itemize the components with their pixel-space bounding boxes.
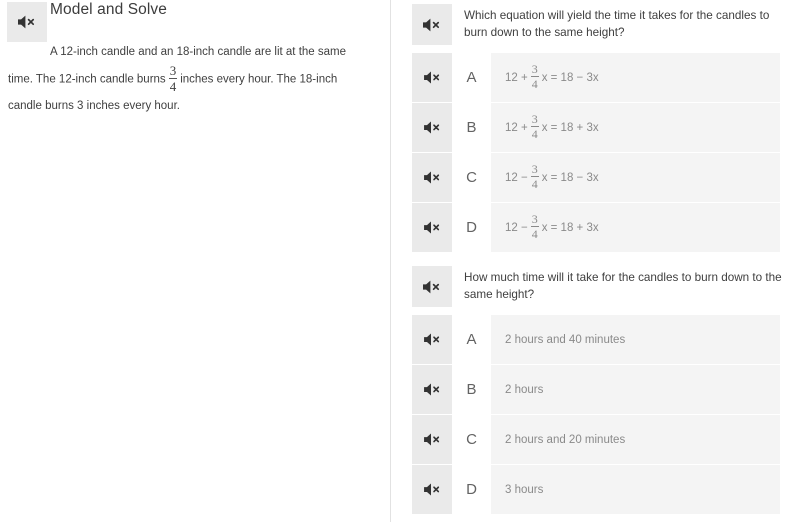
option-letter: C	[452, 153, 491, 202]
equation-lhs-after: x = 18 − 3x	[541, 71, 599, 84]
fraction-numerator: 3	[531, 212, 538, 226]
lesson-page: Model and Solve A 12-inch candle and an …	[0, 0, 800, 522]
lesson-title: Model and Solve	[50, 1, 167, 18]
answer-options: A 2 hours and 40 minutes B 2 hours C 2 h…	[412, 315, 800, 514]
speaker-mute-icon[interactable]	[412, 465, 452, 514]
option-content: 2 hours	[491, 365, 780, 414]
fraction-denominator: 4	[169, 79, 177, 94]
option-content: 12 −3 4 x = 18 + 3x	[491, 203, 780, 252]
fraction-three-fourths: 34	[530, 212, 539, 241]
speaker-mute-icon[interactable]	[412, 365, 452, 414]
answer-option-a[interactable]: A 12 +3 4 x = 18 − 3x	[412, 53, 780, 102]
passage-pane: Model and Solve A 12-inch candle and an …	[0, 0, 391, 522]
answer-option-d[interactable]: D 12 −3 4 x = 18 + 3x	[412, 203, 780, 252]
question-block: Which equation will yield the time it ta…	[412, 4, 800, 252]
option-content: 3 hours	[491, 465, 780, 514]
equation: 12 +3 4 x = 18 − 3x	[505, 62, 599, 91]
speaker-mute-icon[interactable]	[412, 203, 452, 252]
equation-lhs-after: x = 18 + 3x	[541, 121, 599, 134]
questions-pane: Which equation will yield the time it ta…	[391, 0, 800, 522]
fraction-three-fourths: 34	[530, 162, 539, 191]
option-content: 12 +3 4 x = 18 + 3x	[491, 103, 780, 152]
answer-option-c[interactable]: C 12 −3 4 x = 18 − 3x	[412, 153, 780, 202]
equation-lhs-before: 12 +	[505, 71, 528, 84]
fraction-three-fourths: 34	[168, 63, 178, 94]
option-content: 12 +3 4 x = 18 − 3x	[491, 53, 780, 102]
fraction-numerator: 3	[531, 162, 538, 176]
equation-lhs-before: 12 −	[505, 221, 528, 234]
speaker-mute-icon[interactable]	[412, 315, 452, 364]
option-letter: D	[452, 465, 491, 514]
answer-options: A 12 +3 4 x = 18 − 3x B 12 +3 4 x = 18 +…	[412, 53, 800, 252]
fraction-denominator: 4	[531, 127, 538, 141]
equation-lhs-after: x = 18 + 3x	[541, 221, 599, 234]
answer-option-a[interactable]: A 2 hours and 40 minutes	[412, 315, 780, 364]
speaker-mute-icon[interactable]	[412, 153, 452, 202]
option-letter: B	[452, 365, 491, 414]
option-letter: A	[452, 315, 491, 364]
fraction-denominator: 4	[531, 77, 538, 91]
speaker-mute-icon[interactable]	[412, 103, 452, 152]
option-content: 2 hours and 40 minutes	[491, 315, 780, 364]
speaker-mute-icon[interactable]	[412, 266, 452, 307]
fraction-numerator: 3	[531, 62, 538, 76]
option-content: 2 hours and 20 minutes	[491, 415, 780, 464]
fraction-denominator: 4	[531, 227, 538, 241]
question-block: How much time will it take for the candl…	[412, 266, 800, 514]
lesson-header: Model and Solve	[0, 0, 390, 44]
equation: 12 −3 4 x = 18 + 3x	[505, 212, 599, 241]
fraction-three-fourths: 34	[530, 112, 539, 141]
question-header: Which equation will yield the time it ta…	[412, 4, 800, 45]
answer-option-b[interactable]: B 2 hours	[412, 365, 780, 414]
fraction-denominator: 4	[531, 177, 538, 191]
fraction-numerator: 3	[531, 112, 538, 126]
answer-option-d[interactable]: D 3 hours	[412, 465, 780, 514]
option-letter: C	[452, 415, 491, 464]
question-header: How much time will it take for the candl…	[412, 266, 800, 307]
equation-lhs-after: x = 18 − 3x	[541, 171, 599, 184]
passage-text: A 12-inch candle and an 18-inch candle a…	[8, 40, 366, 119]
fraction-three-fourths: 34	[530, 62, 539, 91]
option-letter: D	[452, 203, 491, 252]
equation: 12 −3 4 x = 18 − 3x	[505, 162, 599, 191]
speaker-mute-icon[interactable]	[412, 415, 452, 464]
question-prompt: How much time will it take for the candl…	[464, 271, 782, 301]
equation-lhs-before: 12 −	[505, 171, 528, 184]
speaker-mute-icon[interactable]	[412, 4, 452, 45]
fraction-numerator: 3	[169, 63, 177, 78]
option-letter: A	[452, 53, 491, 102]
equation-lhs-before: 12 +	[505, 121, 528, 134]
equation: 12 +3 4 x = 18 + 3x	[505, 112, 599, 141]
answer-option-b[interactable]: B 12 +3 4 x = 18 + 3x	[412, 103, 780, 152]
question-prompt: Which equation will yield the time it ta…	[464, 9, 770, 39]
answer-option-c[interactable]: C 2 hours and 20 minutes	[412, 415, 780, 464]
speaker-mute-icon[interactable]	[412, 53, 452, 102]
option-content: 12 −3 4 x = 18 − 3x	[491, 153, 780, 202]
option-letter: B	[452, 103, 491, 152]
speaker-mute-icon[interactable]	[7, 2, 47, 42]
